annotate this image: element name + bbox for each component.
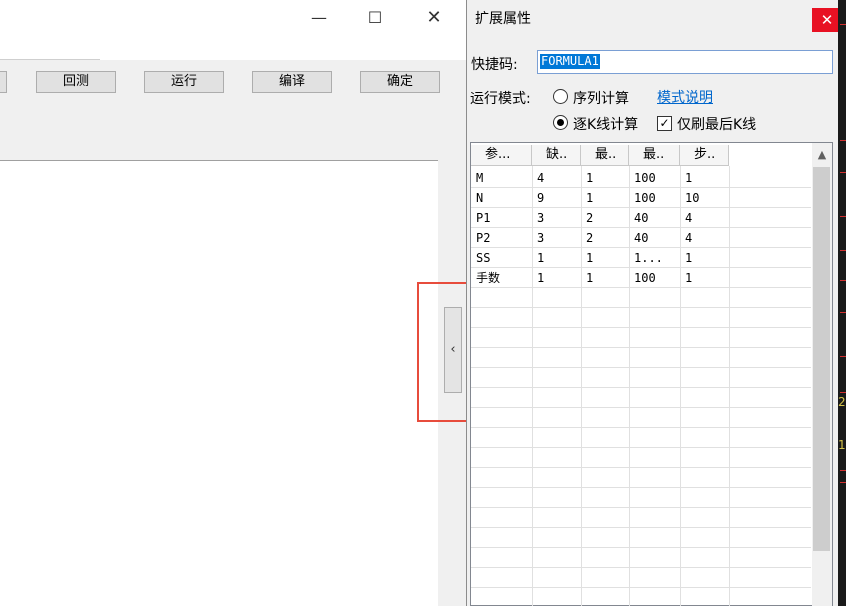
table-cell[interactable]: 4 [680, 228, 734, 248]
grid-row-line [471, 507, 811, 508]
background-app-edge [838, 0, 846, 606]
table-cell[interactable]: M [471, 168, 537, 188]
ok-button[interactable]: 确定 [360, 71, 440, 93]
table-cell[interactable]: 4 [532, 168, 586, 188]
edge-tick [840, 140, 846, 141]
edge-tick [840, 482, 846, 483]
grid-row-line [471, 347, 811, 348]
grid-row-line [471, 327, 811, 328]
grid-row-line [471, 447, 811, 448]
grid-row-line [471, 387, 811, 388]
scrollbar-thumb[interactable] [813, 167, 830, 551]
only-last-k-label[interactable]: 仅刷最后K线 [677, 114, 756, 134]
grid-row-line [471, 487, 811, 488]
table-cell[interactable]: 1 [680, 268, 734, 288]
table-cell[interactable]: 10 [680, 188, 734, 208]
edge-tick [840, 280, 846, 281]
table-cell[interactable]: P1 [471, 208, 537, 228]
table-cell[interactable]: 40 [629, 228, 685, 248]
table-cell[interactable]: 100 [629, 188, 685, 208]
toolbar-button-partial[interactable] [0, 71, 7, 93]
close-icon: ✕ [820, 11, 834, 29]
edge-label: 1 [838, 438, 846, 452]
edge-tick [840, 470, 846, 471]
table-cell[interactable]: 100 [629, 168, 685, 188]
scroll-up-icon[interactable]: ▲ [812, 145, 832, 165]
table-cell[interactable]: N [471, 188, 537, 208]
table-cell[interactable]: 1 [581, 188, 634, 208]
table-cell[interactable]: 40 [629, 208, 685, 228]
per-k-mode-label[interactable]: 逐K线计算 [573, 114, 638, 134]
grid-row-line [471, 527, 811, 528]
table-cell[interactable]: SS [471, 248, 537, 268]
close-icon[interactable]: ✕ [421, 6, 447, 30]
table-cell[interactable]: 1 [532, 268, 586, 288]
column-header[interactable]: 最.. [629, 145, 680, 166]
column-header[interactable]: 缺.. [532, 145, 581, 166]
grid-row-line [471, 467, 811, 468]
table-cell[interactable]: 1 [680, 248, 734, 268]
grid-row-line [471, 427, 811, 428]
per-k-mode-radio[interactable] [553, 115, 568, 130]
run-button[interactable]: 运行 [144, 71, 224, 93]
minimize-icon[interactable]: — [306, 6, 332, 30]
table-cell[interactable]: 2 [581, 208, 634, 228]
hotkey-value: FORMULA1 [540, 54, 600, 69]
column-header[interactable]: 最.. [581, 145, 629, 166]
table-cell[interactable]: 2 [581, 228, 634, 248]
grid-row-line [471, 567, 811, 568]
table-cell[interactable]: 1 [581, 168, 634, 188]
table-cell[interactable]: 4 [680, 208, 734, 228]
grid-row-line [471, 547, 811, 548]
table-cell[interactable]: 1 [581, 268, 634, 288]
column-header[interactable]: 步.. [680, 145, 729, 166]
table-cell[interactable]: 1... [629, 248, 685, 268]
table-cell[interactable]: 3 [532, 208, 586, 228]
table-cell[interactable]: 9 [532, 188, 586, 208]
backtest-button[interactable]: 回测 [36, 71, 116, 93]
table-cell[interactable]: 1 [680, 168, 734, 188]
only-last-k-checkbox[interactable]: ✓ [657, 116, 672, 131]
grid-row-line [471, 587, 811, 588]
edge-tick [840, 312, 846, 313]
grid-row-line [471, 367, 811, 368]
edge-tick [840, 24, 846, 25]
hotkey-input[interactable]: FORMULA1 [537, 50, 833, 74]
edge-tick [840, 392, 846, 393]
sequence-mode-radio[interactable] [553, 89, 568, 104]
toolbar-divider [0, 160, 438, 161]
edge-label: 2 [838, 395, 846, 409]
maximize-icon[interactable]: ☐ [362, 6, 388, 30]
main-title-bar [0, 0, 466, 36]
table-cell[interactable]: P2 [471, 228, 537, 248]
hotkey-label: 快捷码: [471, 57, 518, 73]
mode-help-link[interactable]: 模式说明 [657, 87, 713, 107]
compile-button[interactable]: 编译 [252, 71, 332, 93]
table-cell[interactable]: 手数 [471, 268, 537, 288]
table-cell[interactable]: 100 [629, 268, 685, 288]
run-mode-label: 运行模式: [470, 91, 531, 107]
edge-tick [840, 172, 846, 173]
edge-tick [840, 250, 846, 251]
edge-tick [840, 356, 846, 357]
column-header[interactable]: 参... [471, 145, 532, 166]
grid-row-line [471, 307, 811, 308]
edge-tick [840, 216, 846, 217]
sequence-mode-label[interactable]: 序列计算 [573, 88, 629, 108]
table-cell[interactable]: 3 [532, 228, 586, 248]
dialog-title: 扩展属性 [475, 11, 531, 27]
table-cell[interactable]: 1 [581, 248, 634, 268]
table-cell[interactable]: 1 [532, 248, 586, 268]
grid-row-line [471, 407, 811, 408]
